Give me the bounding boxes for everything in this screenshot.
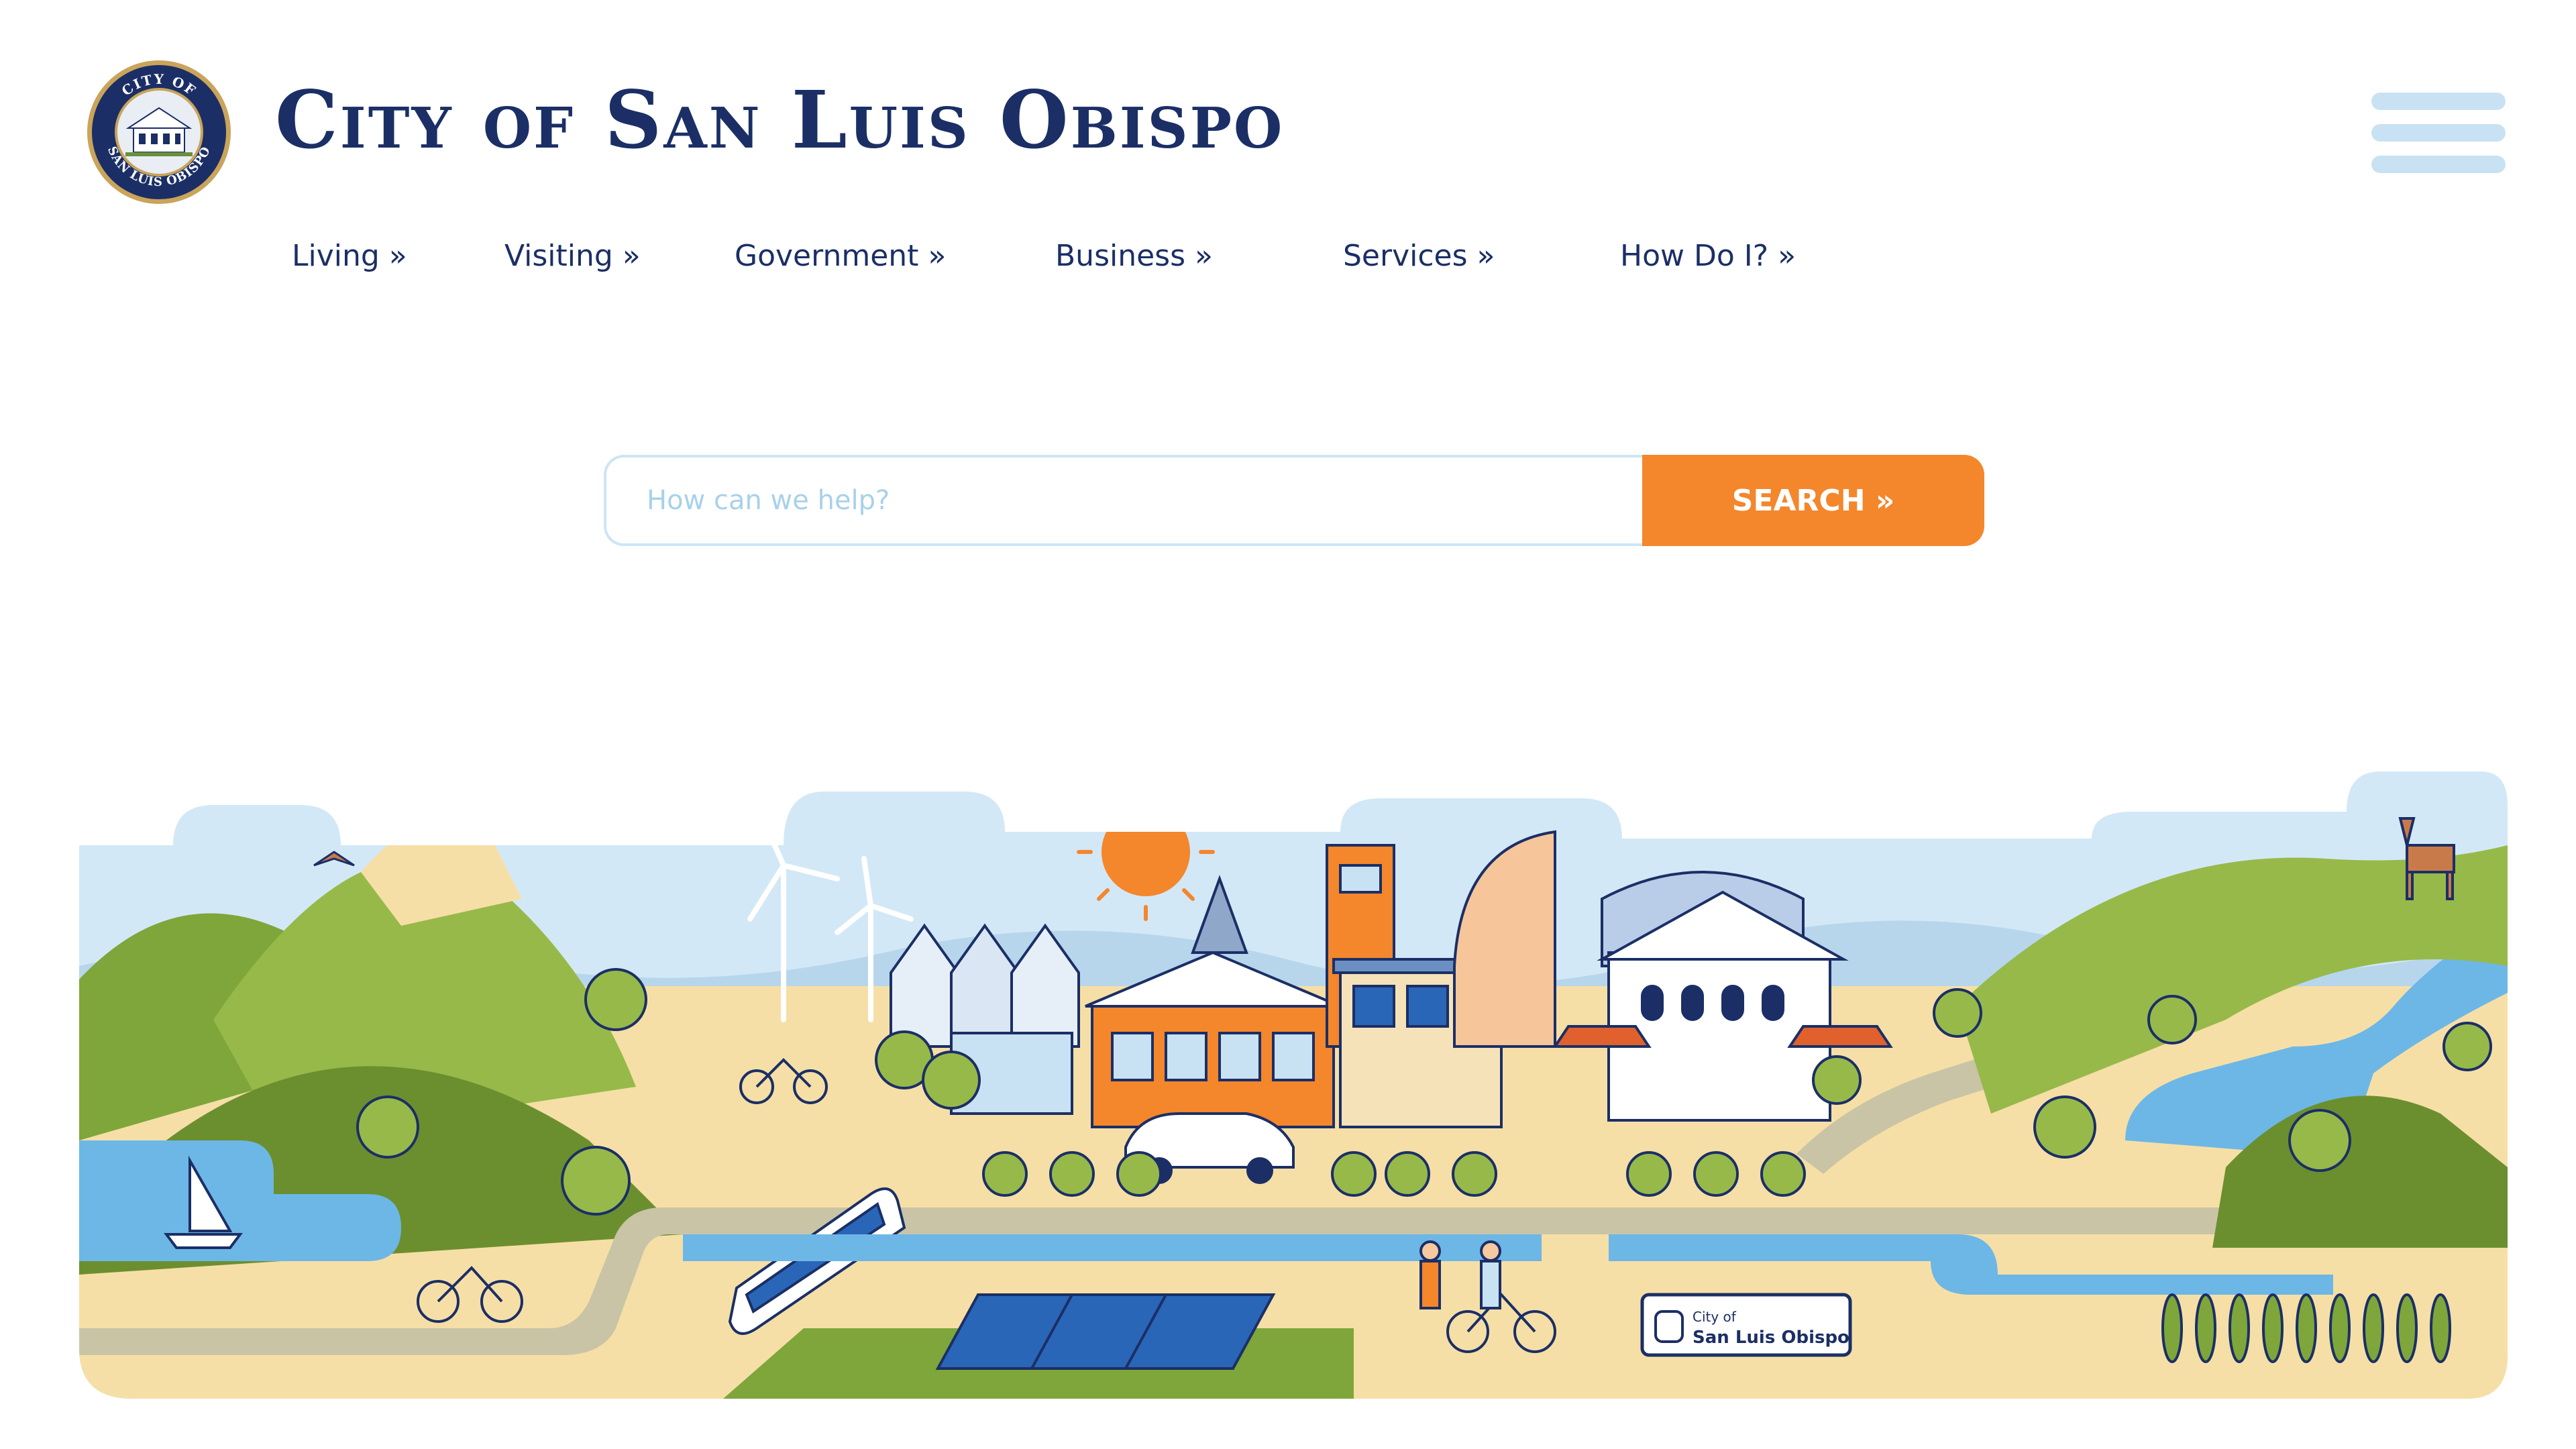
search-button[interactable]: SEARCH »	[1642, 455, 1984, 546]
city-sign: City of San Luis Obispo	[1640, 1293, 1852, 1357]
svg-text:San Luis Obispo: San Luis Obispo	[1693, 1328, 1849, 1348]
city-illustration: City of San Luis Obispo	[79, 771, 2508, 1399]
hamburger-menu-icon[interactable]	[2371, 93, 2506, 173]
nav-item-visiting[interactable]: Visiting »	[504, 239, 641, 273]
menu-bar	[2371, 156, 2506, 173]
menu-bar	[2371, 93, 2506, 110]
nav-item-government[interactable]: Government »	[735, 239, 946, 273]
search-input[interactable]	[604, 455, 1645, 546]
nav-item-how-do-i[interactable]: How Do I? »	[1620, 239, 1796, 273]
nav-item-services[interactable]: Services »	[1343, 239, 1495, 273]
nav-item-business[interactable]: Business »	[1055, 239, 1213, 273]
site-title[interactable]: City of San Luis Obispo	[275, 80, 1284, 160]
city-seal-logo[interactable]: CITY OF SAN LUIS OBISPO	[85, 58, 233, 206]
search-bar: SEARCH »	[604, 455, 1984, 546]
svg-text:City of: City of	[1693, 1309, 1737, 1325]
nav-item-living[interactable]: Living »	[292, 239, 407, 273]
menu-bar	[2371, 124, 2506, 142]
